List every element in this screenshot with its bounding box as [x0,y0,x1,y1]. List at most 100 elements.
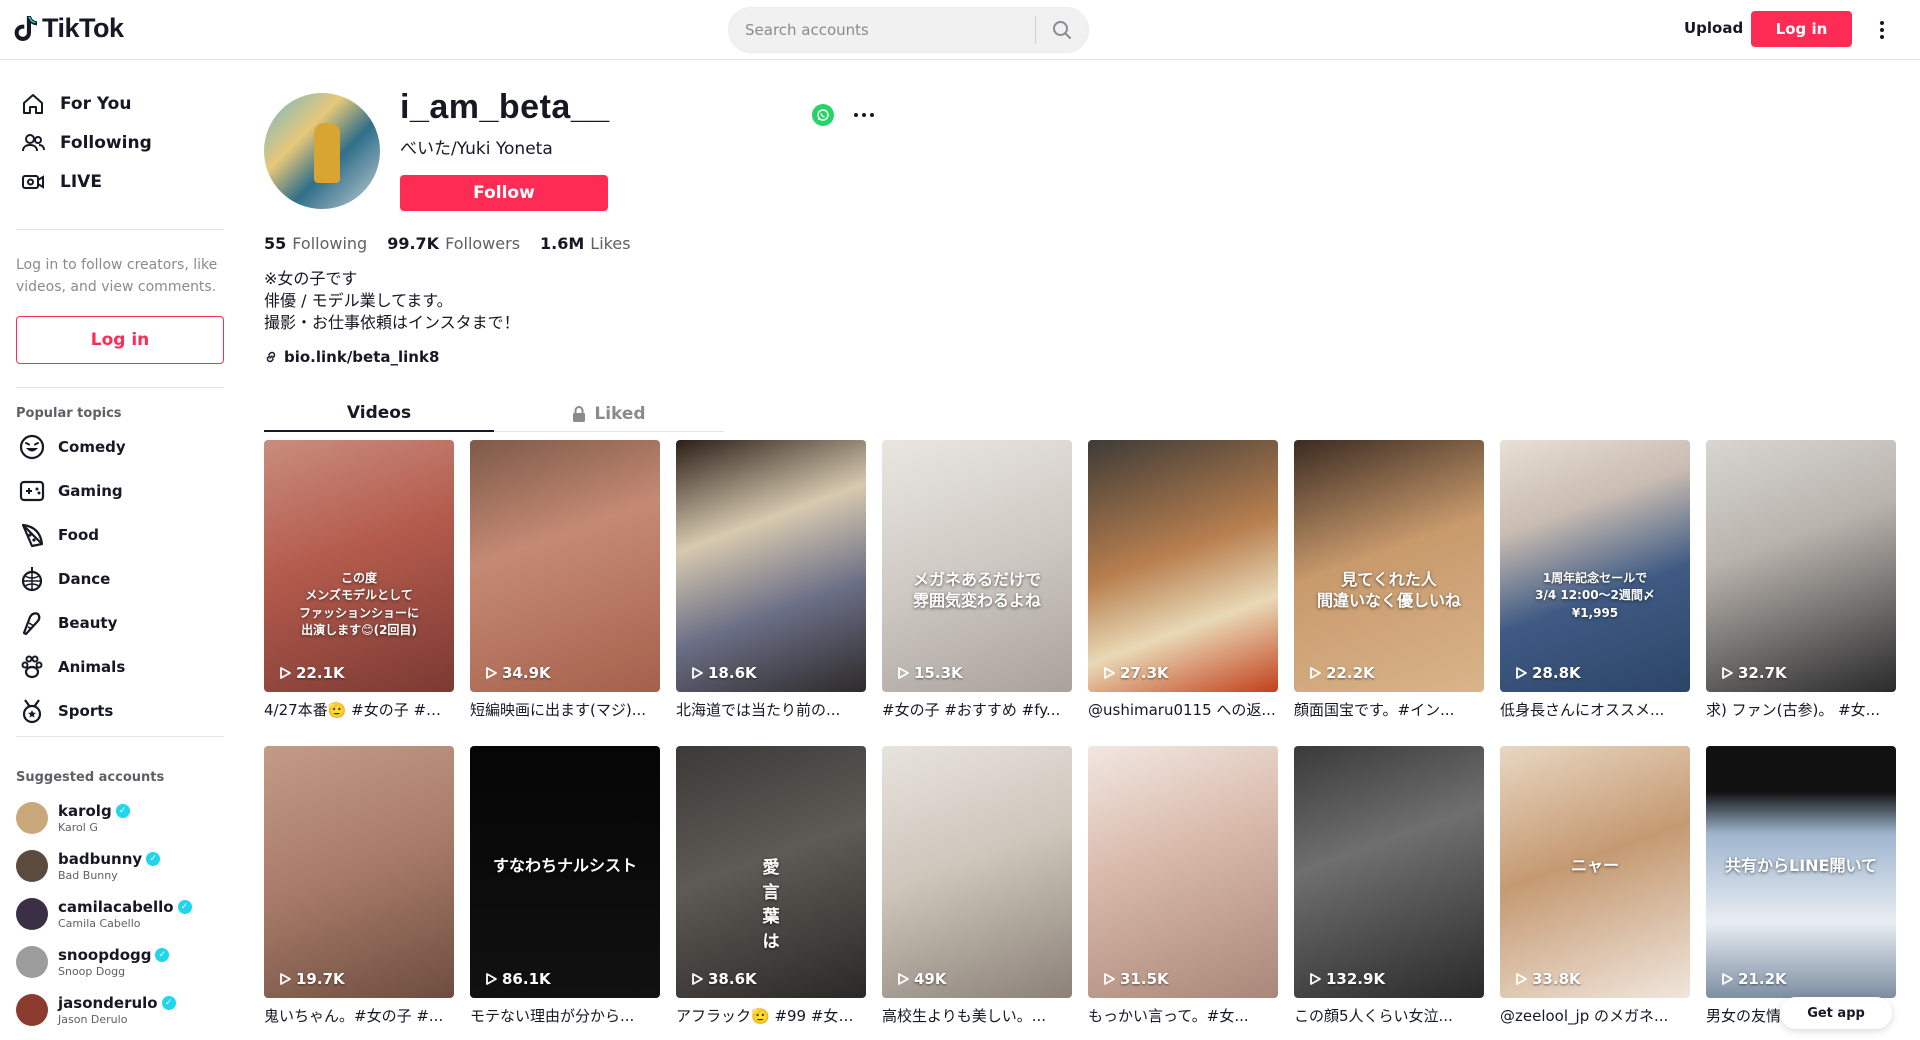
video-caption[interactable]: #女の子 #おすすめ #fy... [882,699,1072,720]
suggested-account[interactable]: jasonderulo ✓ Jason Derulo [16,994,176,1026]
nav-following[interactable]: Following [20,130,152,156]
bio-link-text: bio.link/beta_link8 [284,348,440,366]
follow-button[interactable]: Follow [400,175,608,211]
video-card[interactable]: 31.5K もっかい言って。#女... [1088,746,1278,1026]
play-icon [1722,667,1733,679]
brush-icon [22,612,41,636]
video-thumbnail[interactable]: 共有からLINE開いて 21.2K [1706,746,1896,998]
video-card[interactable]: 32.7K 求) ファン(古参)。 #女... [1706,440,1896,720]
get-app-button[interactable]: Get app [1780,997,1892,1029]
suggested-account[interactable]: snoopdogg ✓ Snoop Dogg [16,946,170,978]
video-card[interactable]: 27.3K @ushimaru0115 への返... [1088,440,1278,720]
avatar [16,802,48,834]
nav-live[interactable]: LIVE [20,169,102,195]
video-caption[interactable]: @zeelool_jp のメガネ... [1500,1005,1690,1026]
video-thumbnail[interactable]: 31.5K [1088,746,1278,998]
profile-more-button[interactable] [852,104,876,126]
video-card[interactable]: 共有からLINE開いて 21.2K 男女の友情っ... [1706,746,1896,1026]
stat-likes: 1.6M Likes [540,234,631,253]
suggested-account[interactable]: karolg ✓ Karol G [16,802,130,834]
video-thumbnail[interactable]: この度 メンズモデルとして ファッションショーに 出演します😊(2回目) 22.1… [264,440,454,692]
video-thumbnail[interactable]: メガネあるだけで 雰囲気変わるよね 15.3K [882,440,1072,692]
search-button[interactable] [1036,8,1088,52]
topic-gaming[interactable]: Gaming [18,477,123,505]
video-caption[interactable]: 4/27本番🫡 #女の子 #ボ... [264,699,454,720]
play-icon [1310,973,1321,985]
thumbnail-overlay-text: メガネあるだけで 雰囲気変わるよね [912,570,1041,610]
view-count: 28.8K [1514,664,1581,682]
topic-dance[interactable]: Dance [18,565,110,593]
tab-videos[interactable]: Videos [264,396,494,432]
video-caption[interactable]: 北海道では当たり前の... [676,699,866,720]
topic-sports[interactable]: Sports [18,697,113,725]
video-caption[interactable]: 鬼いちゃん。#女の子 #... [264,1005,454,1026]
video-thumbnail[interactable]: 27.3K [1088,440,1278,692]
video-thumbnail[interactable]: 32.7K [1706,440,1896,692]
video-thumbnail[interactable]: 132.9K [1294,746,1484,998]
trophy-icon [22,699,42,724]
header-login-button[interactable]: Log in [1751,11,1852,47]
verified-icon: ✓ [146,852,161,866]
search-input[interactable] [729,8,1035,52]
view-count-text: 86.1K [502,970,551,988]
video-thumbnail[interactable]: ニャー 33.8K [1500,746,1690,998]
video-thumbnail[interactable]: 見てくれた人 間違いなく優しいね 22.2K [1294,440,1484,692]
video-caption[interactable]: この顔5人くらい女泣... [1294,1005,1484,1026]
sidebar-divider [16,736,224,737]
video-caption[interactable]: モテない理由が分から... [470,1005,660,1026]
nav-for-you[interactable]: For You [20,91,131,117]
video-card[interactable]: 1周年記念セールで 3/4 12:00〜2週間〆 ¥1,995 28.8K 低身長さ… [1500,440,1690,720]
video-card[interactable]: メガネあるだけで 雰囲気変わるよね 15.3K #女の子 #おすすめ #fy... [882,440,1072,720]
view-count-text: 15.3K [914,664,963,682]
video-caption[interactable]: 短編映画に出ます(マジ)... [470,699,660,720]
upload-button[interactable]: Upload [1684,19,1743,37]
sidebar-login-button[interactable]: Log in [16,316,224,364]
video-caption[interactable]: 求) ファン(古参)。 #女... [1706,699,1896,720]
tiktok-logo[interactable]: TikTok [14,13,124,44]
view-count-text: 32.7K [1738,664,1787,682]
suggested-account[interactable]: camilacabello ✓ Camila Cabello [16,898,192,930]
video-card[interactable]: 見てくれた人 間違いなく優しいね 22.2K 顔面国宝です。#イン... [1294,440,1484,720]
topic-beauty[interactable]: Beauty [18,609,117,637]
video-caption[interactable]: 顔面国宝です。#イン... [1294,699,1484,720]
view-count: 21.2K [1720,970,1787,988]
link-icon [266,351,276,363]
view-count: 22.2K [1308,664,1375,682]
video-thumbnail[interactable]: 19.7K [264,746,454,998]
video-caption[interactable]: @ushimaru0115 への返... [1088,699,1278,720]
stat-label: Following [292,234,368,253]
topic-food[interactable]: Food [18,521,99,549]
play-icon [692,973,703,985]
suggested-account[interactable]: badbunny ✓ Bad Bunny [16,850,161,882]
video-thumbnail[interactable]: 愛 言 葉 は 38.6K [676,746,866,998]
bio-link[interactable]: bio.link/beta_link8 [264,348,439,366]
share-button[interactable] [812,104,834,126]
disco-ball-icon [21,567,43,592]
video-caption[interactable]: 高校生よりも美しい。... [882,1005,1072,1026]
video-thumbnail[interactable]: すなわちナルシスト 86.1K [470,746,660,998]
video-caption[interactable]: 低身長さんにオススメ... [1500,699,1690,720]
video-card[interactable]: ニャー 33.8K @zeelool_jp のメガネ... [1500,746,1690,1026]
video-thumbnail[interactable]: 34.9K [470,440,660,692]
video-card[interactable]: この度 メンズモデルとして ファッションショーに 出演します😊(2回目) 22.1… [264,440,454,720]
video-card[interactable]: 49K 高校生よりも美しい。... [882,746,1072,1026]
more-menu-button[interactable] [1870,16,1894,44]
video-caption[interactable]: アフラック🫡 #99 #女の... [676,1005,866,1026]
video-card[interactable]: 132.9K この顔5人くらい女泣... [1294,746,1484,1026]
video-card[interactable]: 34.9K 短編映画に出ます(マジ)... [470,440,660,720]
view-count-text: 22.1K [296,664,345,682]
account-name: Karol G [58,821,98,834]
video-thumbnail[interactable]: 49K [882,746,1072,998]
video-card[interactable]: 愛 言 葉 は 38.6K アフラック🫡 #99 #女の... [676,746,866,1026]
video-card[interactable]: 19.7K 鬼いちゃん。#女の子 #... [264,746,454,1026]
video-caption[interactable]: もっかい言って。#女... [1088,1005,1278,1026]
topic-animals[interactable]: Animals [18,653,125,681]
video-thumbnail[interactable]: 1周年記念セールで 3/4 12:00〜2週間〆 ¥1,995 28.8K [1500,440,1690,692]
video-card[interactable]: すなわちナルシスト 86.1K モテない理由が分から... [470,746,660,1026]
account-handle: snoopdogg [58,946,152,964]
tab-liked[interactable]: Liked [494,396,724,432]
video-card[interactable]: 18.6K 北海道では当たり前の... [676,440,866,720]
video-thumbnail[interactable]: 18.6K [676,440,866,692]
topic-comedy[interactable]: Comedy [18,433,126,461]
profile-avatar [264,93,380,209]
